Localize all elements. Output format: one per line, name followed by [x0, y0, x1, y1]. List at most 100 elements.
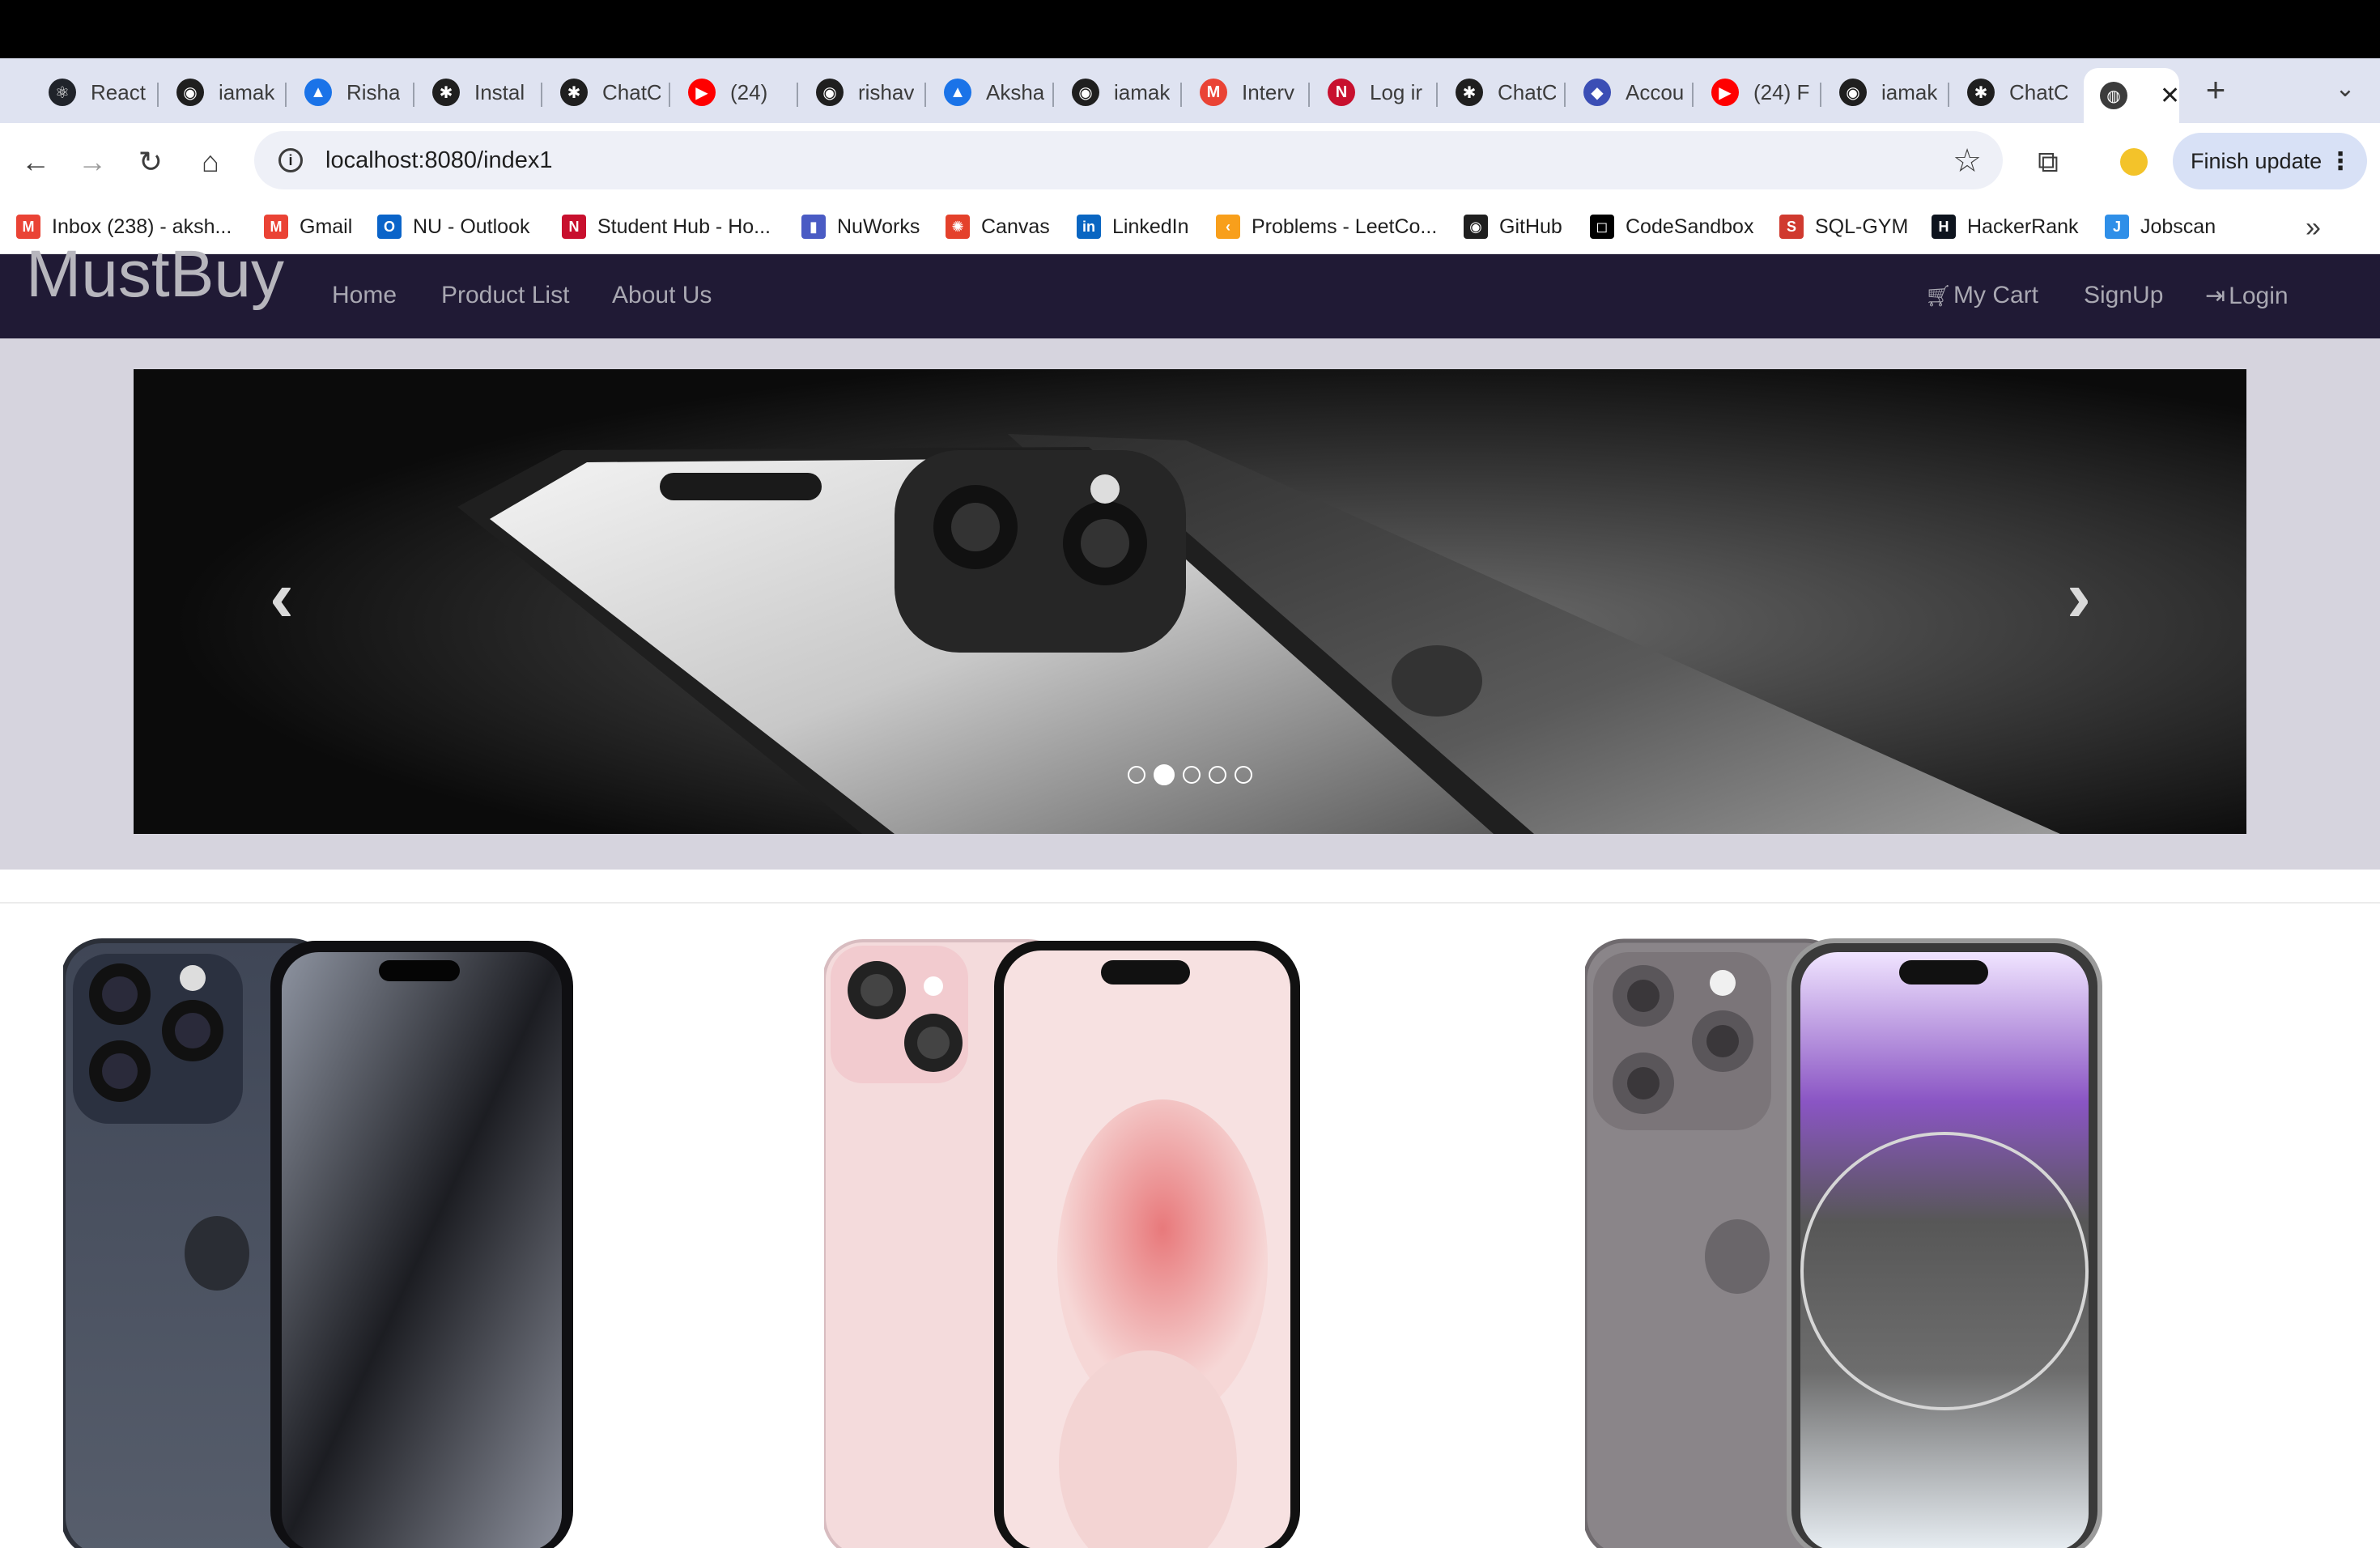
browser-tab[interactable]: ✱ ChatC: [1439, 68, 1556, 117]
northeastern-icon: N: [1328, 79, 1355, 106]
codesandbox-icon: ◻: [1590, 215, 1614, 239]
tab-separator: [1180, 83, 1182, 107]
browser-tab[interactable]: ✱ ChatC: [1951, 68, 2068, 117]
tab-separator: [1308, 83, 1310, 107]
kebab-menu-icon[interactable]: ⋮: [2328, 147, 2352, 176]
carousel-next-chevron-icon[interactable]: ›: [2067, 555, 2091, 639]
nav-login[interactable]: ⇥ Login: [2205, 282, 2289, 310]
nav-product-list[interactable]: Product List: [441, 282, 569, 309]
leetcode-icon: ‹: [1216, 215, 1240, 239]
chatgpt-icon: ✱: [1967, 79, 1995, 106]
browser-tab[interactable]: ⚛ React: [32, 68, 149, 117]
site-info-icon[interactable]: i: [278, 148, 303, 172]
carousel-indicator-dot[interactable]: [1154, 764, 1175, 785]
browser-tab-title: (24): [730, 79, 768, 104]
more-bookmarks-chevron-icon[interactable]: »: [2306, 212, 2321, 244]
browser-tab-title: iamak: [1114, 79, 1171, 104]
chatgpt-icon: ✱: [432, 79, 460, 106]
bookmark-item[interactable]: in LinkedIn: [1077, 212, 1189, 241]
github-icon: ◉: [176, 79, 204, 106]
reload-icon[interactable]: ↻: [130, 141, 172, 183]
bookmark-label: GitHub: [1499, 215, 1562, 238]
nav-about-us[interactable]: About Us: [612, 282, 712, 309]
nav-my-cart-label: My Cart: [1953, 282, 2039, 308]
bookmark-label: NuWorks: [837, 215, 920, 238]
gmail-icon: M: [16, 215, 40, 239]
bookmark-star-icon[interactable]: ☆: [1953, 142, 1982, 180]
carousel-indicator-dot[interactable]: [1183, 766, 1201, 784]
bookmark-label: CodeSandbox: [1626, 215, 1754, 238]
carousel-indicator-dot[interactable]: [1209, 766, 1226, 784]
bookmark-item[interactable]: ◻ CodeSandbox: [1590, 212, 1753, 241]
tab-separator: [1052, 83, 1054, 107]
nav-home[interactable]: Home: [332, 282, 397, 309]
browser-tab[interactable]: ◆ Accou: [1567, 68, 1684, 117]
product-image-iphone-pink[interactable]: [824, 938, 1302, 1548]
bookmark-item[interactable]: J Jobscan: [2105, 212, 2216, 241]
hero-section: ‹ ›: [0, 338, 2380, 870]
chatgpt-icon: ✱: [1456, 79, 1483, 106]
bookmark-label: Inbox (238) - aksh...: [52, 215, 232, 238]
browser-tab-title: React: [91, 79, 146, 104]
carousel-prev-chevron-icon[interactable]: ‹: [270, 555, 294, 639]
browser-tab[interactable]: M Interv: [1184, 68, 1300, 117]
carousel-indicator-dot[interactable]: [1235, 766, 1252, 784]
tab-separator: [797, 83, 798, 107]
back-arrow-icon[interactable]: ←: [15, 141, 57, 183]
section-divider: [0, 902, 2380, 904]
address-bar-url[interactable]: localhost:8080/index1: [325, 147, 553, 174]
browser-tab[interactable]: ✱ Instal: [416, 68, 533, 117]
tab-separator: [1948, 83, 1949, 107]
finish-update-button[interactable]: Finish update ⋮: [2173, 133, 2367, 189]
bookmark-item[interactable]: N Student Hub - Ho...: [562, 212, 771, 241]
carousel-slide-iphone-image: [134, 369, 2246, 834]
bookmark-item[interactable]: H HackerRank: [1932, 212, 2079, 241]
browser-tab[interactable]: ▲ Aksha: [928, 68, 1044, 117]
react-icon: ⚛: [49, 79, 76, 106]
bookmark-label: HackerRank: [1967, 215, 2079, 238]
carousel-indicator-dot[interactable]: [1128, 766, 1145, 784]
bookmark-item[interactable]: S SQL-GYM: [1779, 212, 1908, 241]
bookmark-item[interactable]: ✺ Canvas: [946, 212, 1050, 241]
profile-avatar[interactable]: [2113, 141, 2155, 183]
image-carousel[interactable]: ‹ ›: [134, 369, 2246, 834]
github-icon: ◉: [1464, 215, 1488, 239]
new-tab-button[interactable]: +: [2195, 70, 2236, 110]
product-image-iphone-deep-purple[interactable]: [1585, 938, 2103, 1548]
browser-tab-title: Interv: [1242, 79, 1295, 104]
browser-tab[interactable]: ◉ iamak: [1056, 68, 1172, 117]
browser-tab-title: Instal: [474, 79, 525, 104]
bookmark-item[interactable]: ▮ NuWorks: [801, 212, 920, 241]
forward-arrow-icon[interactable]: →: [71, 141, 113, 183]
hackerrank-icon: H: [1932, 215, 1956, 239]
bookmark-label: Problems - LeetCo...: [1252, 215, 1438, 238]
bookmark-item[interactable]: ‹ Problems - LeetCo...: [1216, 212, 1437, 241]
browser-tab[interactable]: ▲ Risha: [288, 68, 405, 117]
browser-tab-title: iamak: [219, 79, 275, 104]
finish-update-label: Finish update: [2191, 148, 2323, 173]
bookmark-item[interactable]: O NU - Outlook: [377, 212, 529, 241]
tab-separator: [669, 83, 670, 107]
nav-my-cart[interactable]: 🛒︎ My Cart: [1925, 282, 2038, 309]
browser-tab[interactable]: ◉ iamak: [1823, 68, 1940, 117]
browser-tab-title: iamak: [1881, 79, 1938, 104]
browser-tab[interactable]: ▶ (24): [672, 68, 788, 117]
bookmark-label: Student Hub - Ho...: [597, 215, 771, 238]
bookmark-item[interactable]: ◉ GitHub: [1464, 212, 1562, 241]
browser-tab[interactable]: ◍M✕: [2084, 68, 2179, 123]
extensions-puzzle-icon[interactable]: ⧉: [2027, 141, 2069, 183]
nav-signup[interactable]: SignUp: [2084, 282, 2163, 309]
browser-tab[interactable]: ◉ rishav: [800, 68, 916, 117]
browser-toolbar: ← → ↻ ⌂ i localhost:8080/index1 ☆ ⧉ Fini…: [0, 123, 2380, 199]
close-tab-icon[interactable]: ✕: [2160, 82, 2179, 110]
home-icon[interactable]: ⌂: [189, 141, 232, 183]
product-image-iphone-blue-titanium[interactable]: [63, 938, 581, 1548]
browser-tab[interactable]: ✱ ChatC: [544, 68, 661, 117]
brand-logo[interactable]: MustBuy: [26, 236, 284, 313]
browser-tab[interactable]: N Log ir: [1311, 68, 1428, 117]
tab-search-chevron-down-icon[interactable]: ⌄: [2325, 68, 2365, 108]
tab-separator: [1564, 83, 1566, 107]
browser-tab[interactable]: ◉ iamak: [160, 68, 277, 117]
browser-tab[interactable]: ▶ (24) F: [1695, 68, 1812, 117]
address-bar[interactable]: i localhost:8080/index1 ☆: [254, 131, 2003, 189]
